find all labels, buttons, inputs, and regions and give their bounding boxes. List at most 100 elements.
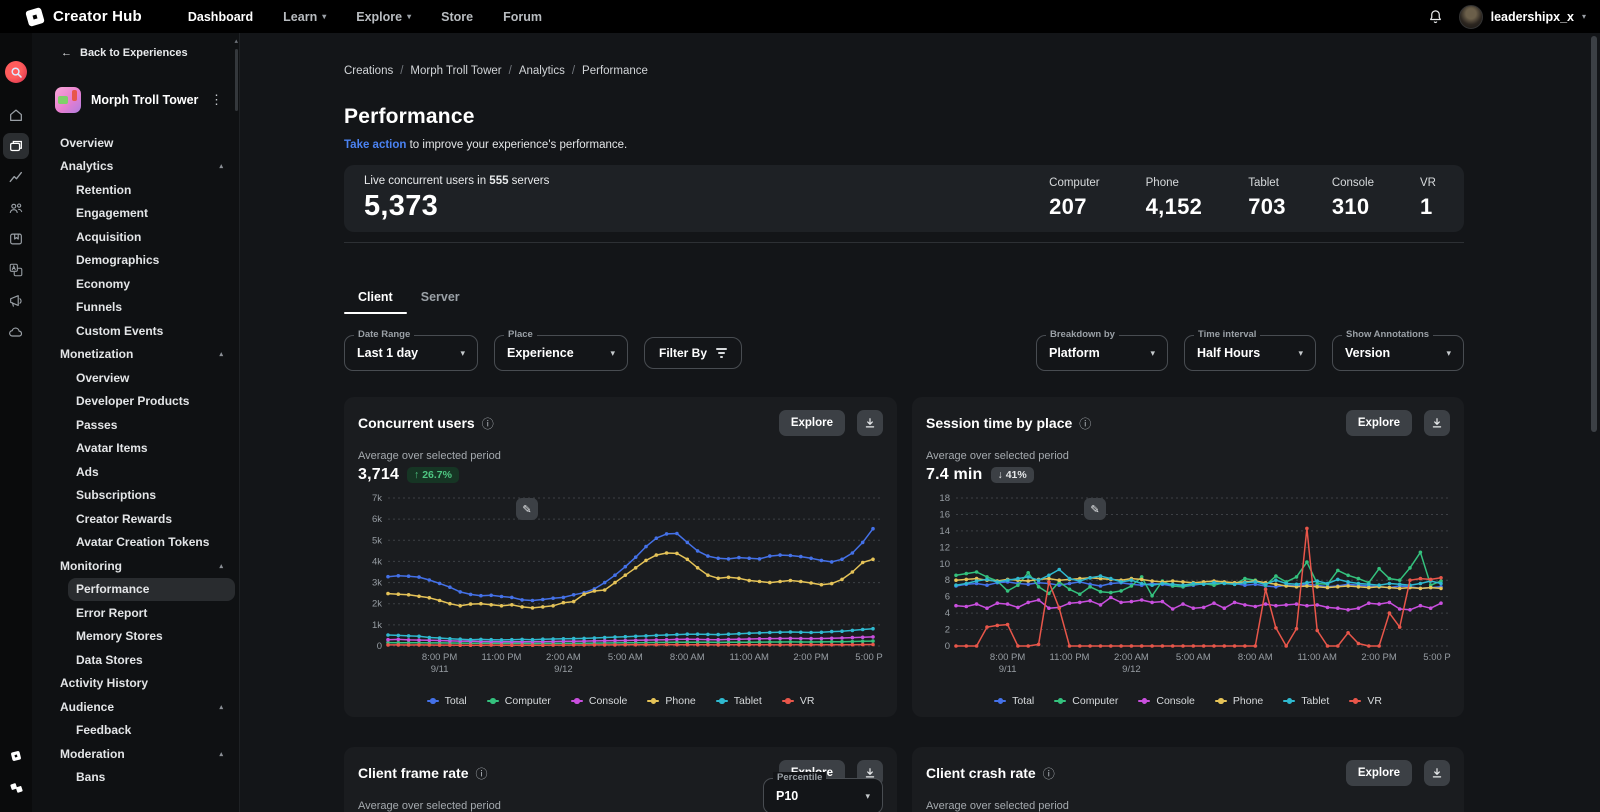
sidebar-item-data-stores[interactable]: Data Stores	[32, 648, 239, 672]
legend-item-total[interactable]: Total	[427, 695, 467, 707]
sidebar-item-avatar-creation-tokens[interactable]: Avatar Creation Tokens	[32, 531, 239, 555]
nav-learn[interactable]: Learn▾	[271, 4, 338, 30]
nav-explore[interactable]: Explore▾	[344, 4, 423, 30]
info-icon[interactable]: ⓘ	[1079, 415, 1091, 432]
sidebar-item-custom-events[interactable]: Custom Events	[32, 319, 239, 343]
download-icon[interactable]	[1424, 410, 1450, 436]
sidebar-item-overview[interactable]: Overview	[32, 131, 239, 155]
roblox-square-icon[interactable]	[3, 743, 29, 769]
collapse-icon[interactable]: ▴	[219, 350, 223, 358]
svg-text:5k: 5k	[372, 535, 382, 546]
user-menu[interactable]: leadershipx_x ▾	[1459, 5, 1586, 29]
sidebar-item-ads[interactable]: Ads	[32, 460, 239, 484]
notification-bell-icon[interactable]	[1428, 9, 1443, 24]
sidebar-item-economy[interactable]: Economy	[32, 272, 239, 296]
cloud-icon[interactable]	[3, 319, 29, 345]
info-icon[interactable]: ⓘ	[482, 415, 494, 432]
page-scrollbar[interactable]	[1591, 36, 1597, 432]
breadcrumb-item[interactable]: Creations	[344, 65, 393, 77]
kebab-menu-icon[interactable]: ⋮	[210, 92, 223, 108]
explore-button[interactable]: Explore	[779, 410, 845, 436]
sidebar-item-demographics[interactable]: Demographics	[32, 249, 239, 273]
filter-by-button[interactable]: Filter By	[644, 337, 742, 369]
sidebar-item-overview[interactable]: Overview	[32, 366, 239, 390]
passes-icon[interactable]	[3, 226, 29, 252]
info-icon[interactable]: ⓘ	[1043, 765, 1055, 782]
experiences-icon[interactable]	[3, 133, 29, 159]
sidebar-item-subscriptions[interactable]: Subscriptions	[32, 484, 239, 508]
download-icon[interactable]	[1424, 760, 1450, 786]
sidebar-scroll-up-icon[interactable]: ▴	[234, 37, 238, 45]
legend-item-tablet[interactable]: Tablet	[716, 695, 762, 707]
legend-item-console[interactable]: Console	[1138, 695, 1195, 707]
explore-button[interactable]: Explore	[1346, 760, 1412, 786]
creator-hub-brand[interactable]: Creator Hub	[26, 8, 142, 26]
svg-text:5:00 AM: 5:00 AM	[608, 652, 643, 663]
nav-store[interactable]: Store	[429, 4, 485, 30]
legend-item-computer[interactable]: Computer	[487, 695, 551, 707]
sidebar-item-audience[interactable]: Audience▴	[32, 695, 239, 719]
sidebar-item-funnels[interactable]: Funnels	[32, 296, 239, 320]
sidebar-item-acquisition[interactable]: Acquisition	[32, 225, 239, 249]
collapse-icon[interactable]: ▴	[219, 703, 223, 711]
sidebar-scrollbar[interactable]	[235, 49, 238, 111]
take-action-link[interactable]: Take action	[344, 139, 406, 151]
legend-item-console[interactable]: Console	[571, 695, 628, 707]
edit-chart-button[interactable]: ✎	[1084, 498, 1106, 520]
sidebar-item-engagement[interactable]: Engagement	[32, 202, 239, 226]
time-interval-dropdown[interactable]: Time interval Half Hours ▾	[1184, 335, 1316, 371]
tab-client[interactable]: Client	[344, 290, 407, 314]
legend-item-phone[interactable]: Phone	[1215, 695, 1263, 707]
nav-dashboard[interactable]: Dashboard	[176, 4, 265, 30]
announcements-icon[interactable]	[3, 288, 29, 314]
sidebar-item-developer-products[interactable]: Developer Products	[32, 390, 239, 414]
sidebar-item-monetization[interactable]: Monetization▴	[32, 343, 239, 367]
home-icon[interactable]	[3, 102, 29, 128]
nav-forum[interactable]: Forum	[491, 4, 554, 30]
date-range-dropdown[interactable]: Date Range Last 1 day ▾	[344, 335, 478, 371]
sidebar-item-retention[interactable]: Retention	[32, 178, 239, 202]
legend-item-computer[interactable]: Computer	[1054, 695, 1118, 707]
sidebar-item-monitoring[interactable]: Monitoring▴	[32, 554, 239, 578]
breadcrumb-item[interactable]: Morph Troll Tower	[410, 65, 501, 77]
breakdown-by-dropdown[interactable]: Breakdown by Platform ▾	[1036, 335, 1168, 371]
analytics-icon[interactable]	[3, 164, 29, 190]
collapse-icon[interactable]: ▴	[219, 750, 223, 758]
breadcrumb-item[interactable]: Analytics	[519, 65, 565, 77]
search-promo-icon[interactable]	[5, 61, 27, 83]
sidebar-item-passes[interactable]: Passes	[32, 413, 239, 437]
sidebar-item-bans[interactable]: Bans	[32, 766, 239, 790]
legend-item-vr[interactable]: VR	[782, 695, 815, 707]
place-dropdown[interactable]: Place Experience ▾	[494, 335, 628, 371]
legend-item-vr[interactable]: VR	[1349, 695, 1382, 707]
edit-chart-button[interactable]: ✎	[516, 498, 538, 520]
download-icon[interactable]	[857, 410, 883, 436]
percentile-dropdown[interactable]: Percentile P10 ▾	[763, 778, 883, 812]
localization-icon[interactable]	[3, 257, 29, 283]
sidebar-item-performance[interactable]: Performance	[68, 578, 235, 602]
tab-server[interactable]: Server	[407, 290, 474, 314]
concurrent-users-card: Concurrent usersⓘ Explore Average over s…	[344, 397, 897, 717]
sidebar-item-moderation[interactable]: Moderation▴	[32, 742, 239, 766]
legend-item-phone[interactable]: Phone	[647, 695, 695, 707]
legend-item-tablet[interactable]: Tablet	[1283, 695, 1329, 707]
explore-button[interactable]: Explore	[1346, 410, 1412, 436]
experience-header[interactable]: Morph Troll Tower ⋮	[32, 63, 239, 131]
collaborators-icon[interactable]	[3, 195, 29, 221]
info-icon[interactable]: ⓘ	[475, 765, 487, 782]
svg-text:9/12: 9/12	[1122, 664, 1141, 675]
back-to-experiences-link[interactable]: ← Back to Experiences	[32, 43, 239, 63]
sidebar-item-avatar-items[interactable]: Avatar Items	[32, 437, 239, 461]
sidebar-item-error-report[interactable]: Error Report	[32, 601, 239, 625]
sidebar-item-analytics[interactable]: Analytics▴	[32, 155, 239, 179]
collapse-icon[interactable]: ▴	[219, 562, 223, 570]
sidebar-item-activity-history[interactable]: Activity History	[32, 672, 239, 696]
sidebar-item-creator-rewards[interactable]: Creator Rewards	[32, 507, 239, 531]
show-annotations-dropdown[interactable]: Show Annotations Version ▾	[1332, 335, 1464, 371]
legend-item-total[interactable]: Total	[994, 695, 1034, 707]
sidebar-item-feedback[interactable]: Feedback	[32, 719, 239, 743]
collapse-icon[interactable]: ▴	[219, 162, 223, 170]
roblox-logo-icon[interactable]	[3, 774, 29, 800]
sidebar-item-memory-stores[interactable]: Memory Stores	[32, 625, 239, 649]
breadcrumb-item[interactable]: Performance	[582, 65, 648, 77]
